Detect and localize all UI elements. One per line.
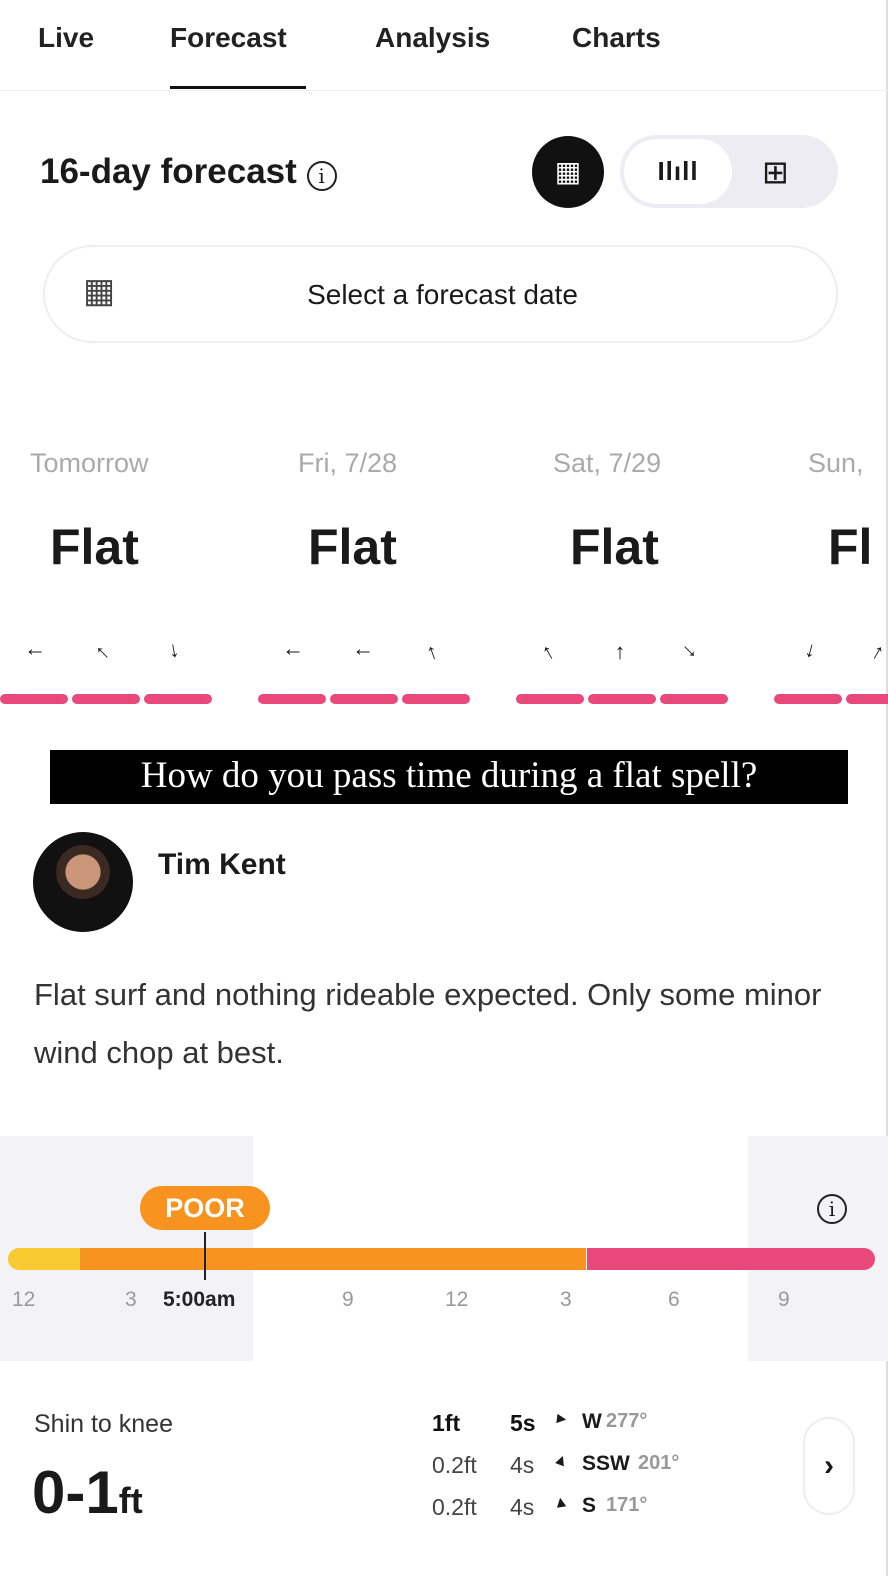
swell-period: 4s xyxy=(510,1494,535,1520)
rating-segment xyxy=(402,694,470,704)
rating-segment xyxy=(660,694,728,704)
date-select-label: Select a forecast date xyxy=(307,279,578,310)
rating-segment xyxy=(588,694,656,704)
surf-description: Shin to knee xyxy=(34,1410,173,1438)
time-label: 9 xyxy=(778,1288,790,1311)
calendar-icon: ▦ xyxy=(554,156,582,187)
swell-degrees: 277° xyxy=(606,1410,648,1432)
wind-arrow-icon: ↑ xyxy=(166,639,182,666)
calendar-view-button[interactable]: ▦ xyxy=(532,136,604,208)
forecaster-name: Tim Kent xyxy=(158,848,286,881)
chevron-right-icon: › xyxy=(824,1449,834,1482)
wind-arrow-icon: ↑ xyxy=(349,646,374,658)
rating-segment xyxy=(330,694,398,704)
day-condition: Flat xyxy=(570,519,659,575)
next-button[interactable]: › xyxy=(803,1417,855,1515)
wind-arrow-icon: ↑ xyxy=(21,646,46,658)
rating-bar-very-poor xyxy=(587,1248,875,1270)
rating-badge: POOR xyxy=(140,1186,270,1230)
view-toggle[interactable]: Ilıll ⊞ xyxy=(620,135,838,208)
swell-period: 4s xyxy=(510,1452,535,1478)
tab-forecast[interactable]: Forecast xyxy=(170,22,287,54)
rating-segment xyxy=(846,694,888,704)
info-icon[interactable]: i xyxy=(817,1194,847,1224)
wind-arrow-icon: ↑ xyxy=(867,637,888,666)
forecast-date-select[interactable]: ▦ Select a forecast date xyxy=(43,245,838,343)
swell-height: 1ft xyxy=(432,1410,461,1436)
time-label: 9 xyxy=(342,1288,354,1311)
rating-segment xyxy=(72,694,140,704)
wind-arrow-icon: ↑ xyxy=(677,639,704,666)
divider xyxy=(0,90,888,91)
rating-bar-fair xyxy=(8,1248,82,1270)
swell-direction: W xyxy=(582,1410,602,1433)
swell-height: 0.2ft xyxy=(432,1452,477,1478)
rating-segment xyxy=(774,694,842,704)
swell-period: 5s xyxy=(510,1410,536,1436)
active-tab-indicator xyxy=(170,86,306,89)
swell-direction: SSW xyxy=(582,1452,630,1475)
surf-height: 0-1ft xyxy=(32,1458,143,1527)
current-time-label: 5:00am xyxy=(163,1288,236,1311)
surf-height-unit: ft xyxy=(118,1480,143,1521)
title-text: 16-day forecast xyxy=(40,152,297,191)
wind-arrow-icon: ↑ xyxy=(279,646,304,658)
time-label: 12 xyxy=(445,1288,469,1311)
rating-segment xyxy=(0,694,68,704)
wind-arrow-icon: ↑ xyxy=(422,637,442,666)
forecast-note: Flat surf and nothing rideable expected.… xyxy=(34,977,822,1070)
day-label[interactable]: Sat, 7/29 xyxy=(553,448,661,479)
day-label[interactable]: Sun, xyxy=(808,448,864,479)
swell-degrees: 201° xyxy=(638,1452,680,1474)
wind-arrow-icon: ↑ xyxy=(801,638,819,666)
wind-arrow-icon: ↑ xyxy=(88,638,115,665)
wind-arrow-icon: ↑ xyxy=(614,639,626,664)
wind-arrow-icon: ↑ xyxy=(536,637,559,666)
time-label: 6 xyxy=(668,1288,680,1311)
time-label: 3 xyxy=(560,1288,572,1311)
time-label: 3 xyxy=(125,1288,137,1311)
swell-direction-icon: ▲ xyxy=(552,1410,571,1428)
surf-height-value: 0-1 xyxy=(32,1459,119,1526)
avatar xyxy=(33,832,133,932)
swell-direction-icon: ▲ xyxy=(550,1449,572,1472)
time-label: 12 xyxy=(12,1288,36,1311)
day-condition: Flat xyxy=(50,519,139,575)
grid-icon: ⊞ xyxy=(762,154,789,190)
info-icon[interactable]: i xyxy=(306,161,337,191)
bar-chart-view-button[interactable]: Ilıll xyxy=(624,139,732,204)
tab-analysis[interactable]: Analysis xyxy=(375,22,490,54)
rating-bar-poor xyxy=(80,1248,586,1270)
page-title: 16-day forecast i xyxy=(40,152,337,192)
caption-banner: How do you pass time during a flat spell… xyxy=(50,750,848,804)
day-label[interactable]: Tomorrow xyxy=(30,448,149,479)
tab-charts[interactable]: Charts xyxy=(572,22,661,54)
bar-chart-icon: Ilıll xyxy=(657,156,699,186)
rating-segment xyxy=(144,694,212,704)
current-time-marker[interactable] xyxy=(204,1232,206,1280)
day-condition: Fl xyxy=(828,519,873,575)
swell-direction-icon: ▲ xyxy=(551,1492,570,1513)
swell-degrees: 171° xyxy=(606,1494,648,1516)
day-label[interactable]: Fri, 7/28 xyxy=(298,448,397,479)
swell-height: 0.2ft xyxy=(432,1494,477,1520)
grid-view-button[interactable]: ⊞ xyxy=(762,153,789,191)
rating-segment xyxy=(258,694,326,704)
tab-live[interactable]: Live xyxy=(38,22,94,54)
swell-direction: S xyxy=(582,1494,597,1517)
rating-segment xyxy=(516,694,584,704)
day-condition: Flat xyxy=(308,519,397,575)
